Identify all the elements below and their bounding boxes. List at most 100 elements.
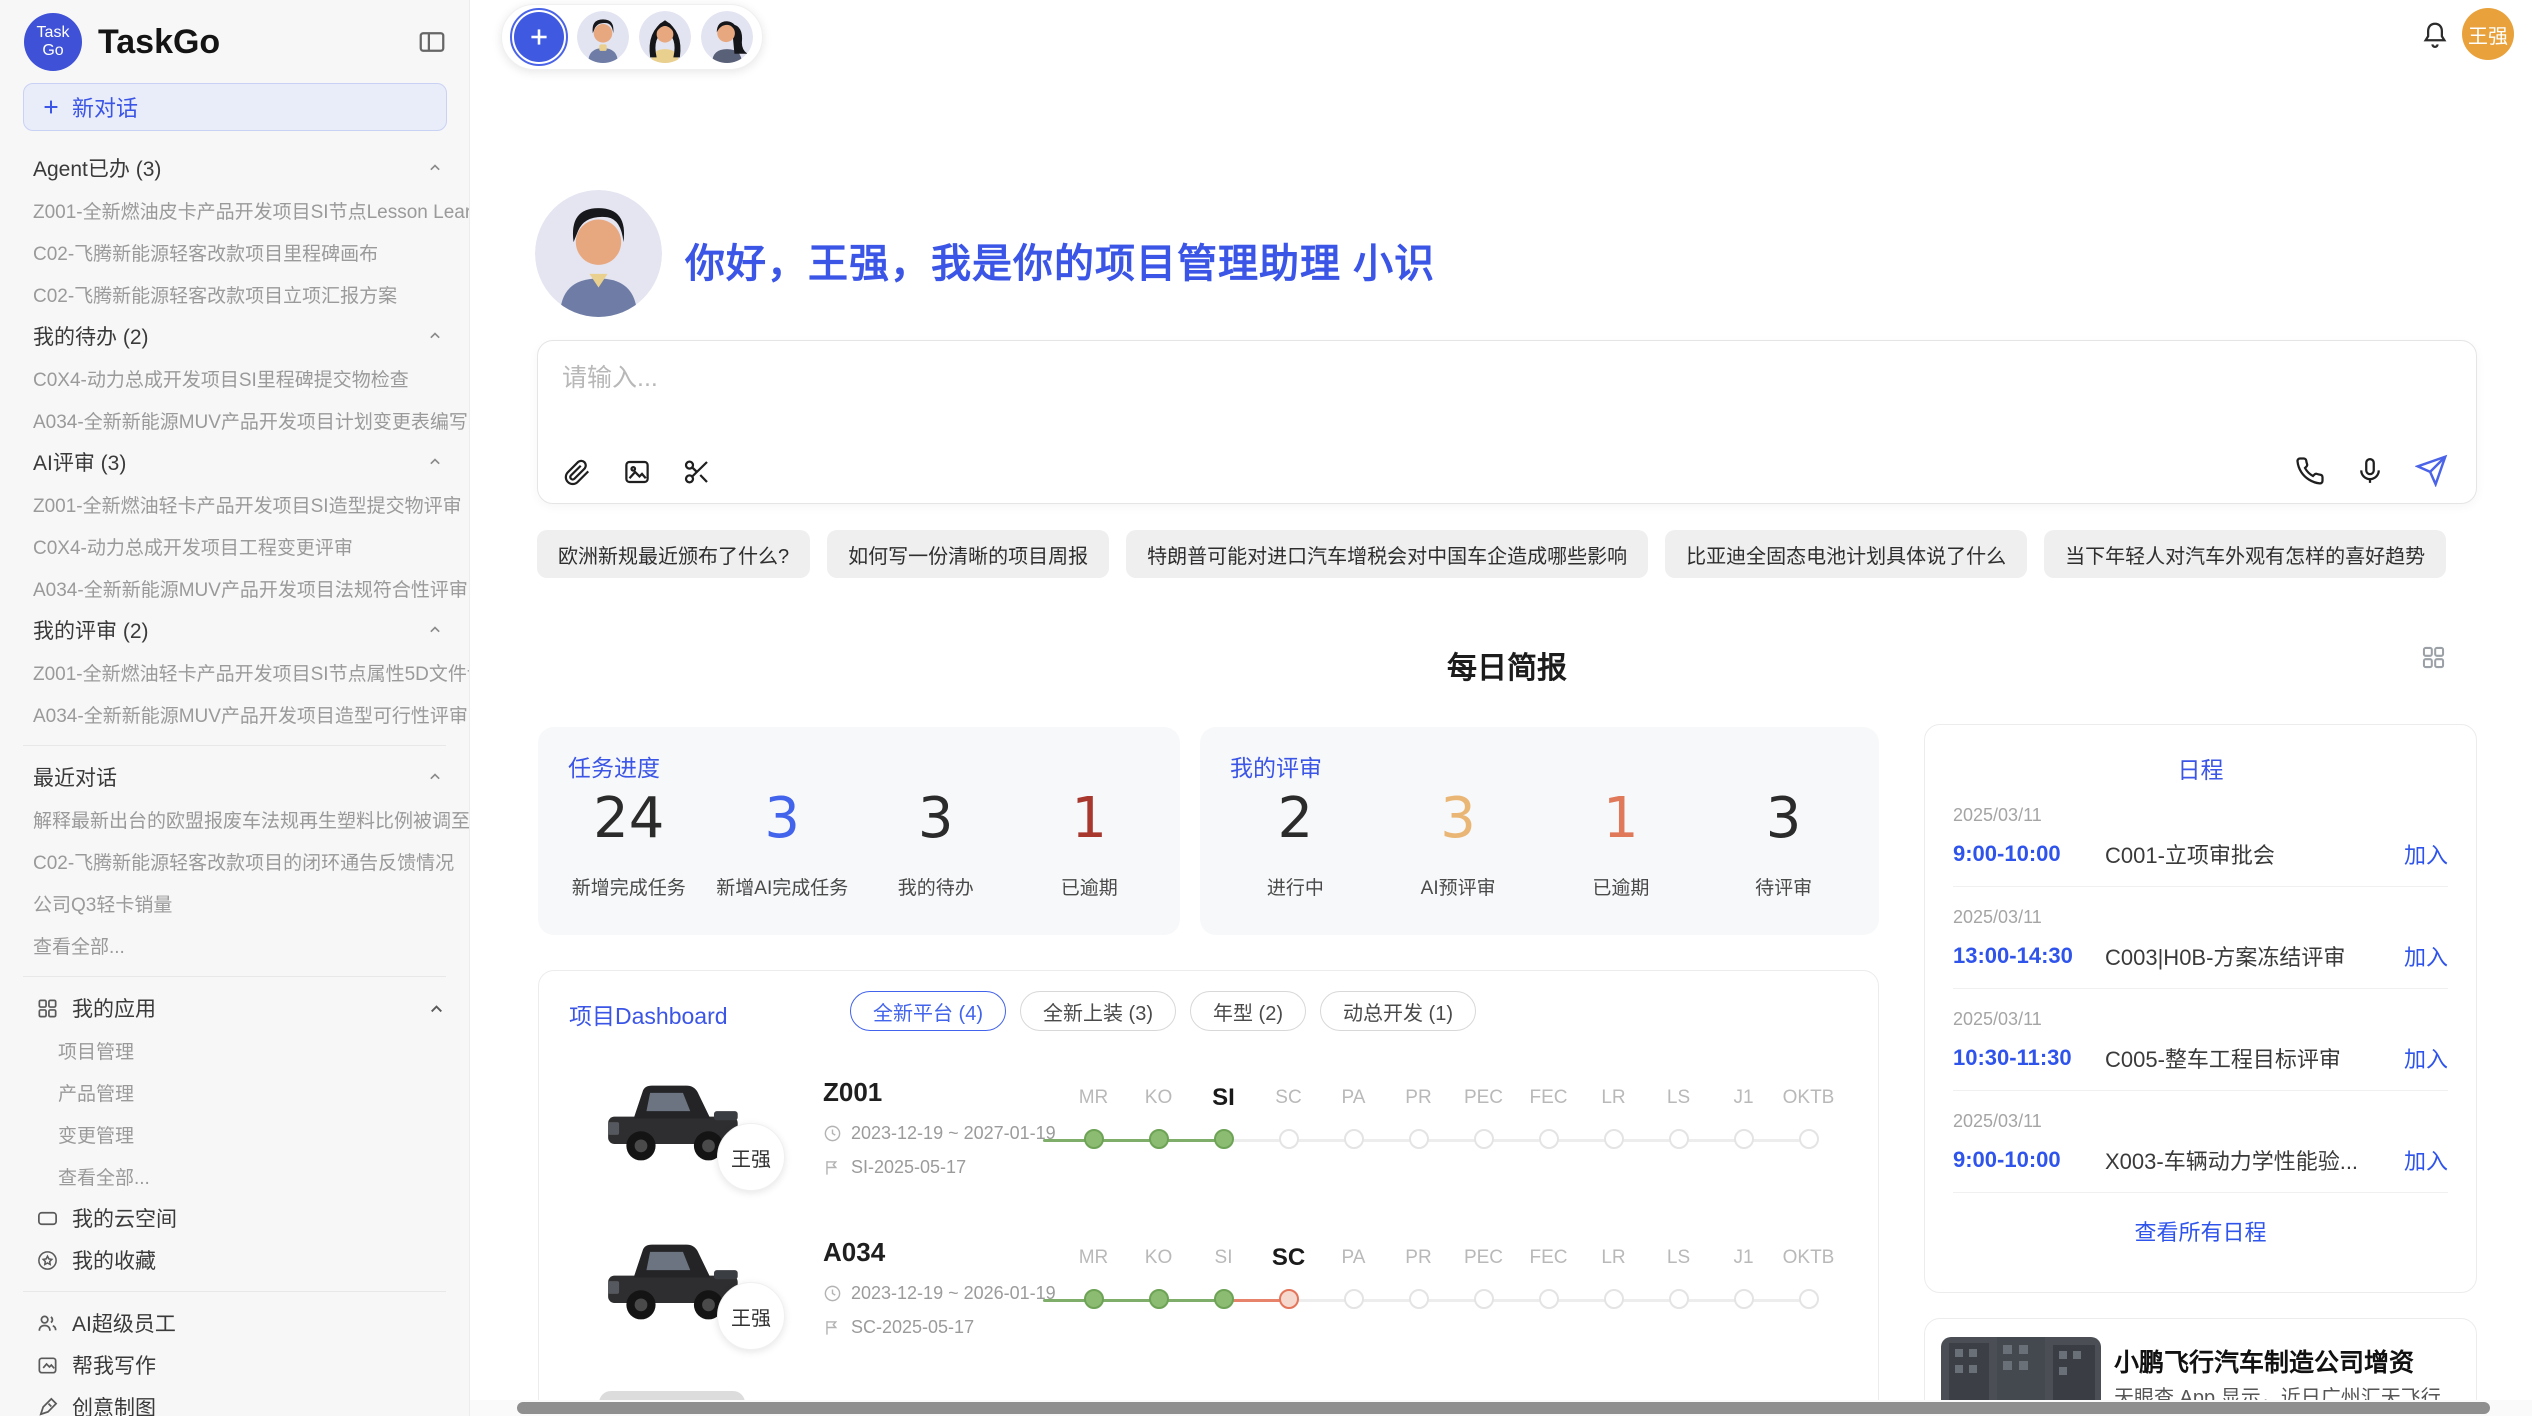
sidebar-chat-item[interactable]: C0X4-动力总成开发项目工程变更评审 xyxy=(0,525,469,567)
milestone-label: SC xyxy=(1256,1083,1321,1113)
sidebar-item-ai-employee[interactable]: AI超级员工 xyxy=(0,1302,469,1344)
chevron-up-icon[interactable] xyxy=(425,620,445,640)
agent-avatar-3[interactable] xyxy=(701,11,753,63)
milestone-dots xyxy=(1061,1289,1841,1309)
app-item-product-mgmt[interactable]: 产品管理 xyxy=(0,1071,469,1113)
tab-new-platform[interactable]: 全新平台 (4) xyxy=(850,991,1006,1031)
section-title: 我的评审 (2) xyxy=(33,615,149,645)
notification-bell-icon[interactable] xyxy=(2420,20,2450,50)
milestone-label: OKTB xyxy=(1776,1243,1841,1273)
sidebar-chat-item[interactable]: A034-全新新能源MUV产品开发项目法规符合性评审 xyxy=(0,567,469,609)
microphone-icon[interactable] xyxy=(2355,456,2385,486)
app-item-project-mgmt[interactable]: 项目管理 xyxy=(0,1029,469,1071)
project-name[interactable]: Z001 xyxy=(823,1077,882,1108)
milestone-label: LS xyxy=(1646,1083,1711,1113)
composer-left-icons xyxy=(562,457,712,487)
stat-value: 3 xyxy=(706,789,860,849)
send-icon[interactable] xyxy=(2415,454,2448,487)
apps-grid-icon xyxy=(36,997,59,1020)
card-title: 我的评审 xyxy=(1230,749,1322,783)
sidebar-item-label: 我的收藏 xyxy=(72,1245,156,1275)
new-session-button[interactable] xyxy=(514,12,564,62)
agent-avatar-1[interactable] xyxy=(577,11,629,63)
sidebar-item-creative-draw[interactable]: 创意制图 xyxy=(0,1386,469,1416)
schedule-date: 2025/03/11 xyxy=(1953,1009,2448,1030)
app-logo: Task Go xyxy=(24,13,82,71)
sidebar-collapse-icon[interactable] xyxy=(417,27,447,57)
sidebar-chat-item[interactable]: C02-飞腾新能源轻客改款项目的闭环通告反馈情况 xyxy=(0,840,469,882)
sidebar-chat-item[interactable]: A034-全新新能源MUV产品开发项目计划变更表编写 xyxy=(0,399,469,441)
section-recent-chats[interactable]: 最近对话 xyxy=(0,756,469,798)
clock-icon xyxy=(823,1124,842,1143)
section-agent-done[interactable]: Agent已办 (3) xyxy=(0,147,469,189)
sidebar-chat-item[interactable]: 公司Q3轻卡销量 xyxy=(0,882,469,924)
sidebar-chat-item[interactable]: A034-全新新能源MUV产品开发项目造型可行性评审 xyxy=(0,693,469,735)
sidebar-item-cloud-space[interactable]: 我的云空间 xyxy=(0,1197,469,1239)
section-my-review[interactable]: 我的评审 (2) xyxy=(0,609,469,651)
section-my-todo[interactable]: 我的待办 (2) xyxy=(0,315,469,357)
owner-name: 王强 xyxy=(731,1302,771,1331)
join-link[interactable]: 加入 xyxy=(2404,838,2448,870)
project-name[interactable]: A034 xyxy=(823,1237,885,1268)
message-input[interactable] xyxy=(562,355,1962,401)
milestone-label: OKTB xyxy=(1776,1083,1841,1113)
milestone-label: MR xyxy=(1061,1083,1126,1113)
image-icon[interactable] xyxy=(622,457,652,487)
clock-icon xyxy=(823,1284,842,1303)
suggestion-chip[interactable]: 比亚迪全固态电池计划具体说了什么 xyxy=(1665,530,2027,578)
apps-view-all[interactable]: 查看全部... xyxy=(0,1155,469,1197)
sidebar-chat-item[interactable]: 解释最新出台的欧盟报废车法规再生塑料比例被调至15%... xyxy=(0,798,469,840)
section-title: 我的待办 (2) xyxy=(33,321,149,351)
sidebar-chat-item[interactable]: Z001-全新燃油轻卡产品开发项目SI节点属性5D文件评审 xyxy=(0,651,469,693)
divider xyxy=(23,745,446,746)
suggestion-chip[interactable]: 当下年轻人对汽车外观有怎样的喜好趋势 xyxy=(2044,530,2446,578)
new-chat-button[interactable]: 新对话 xyxy=(23,83,447,131)
stat-label: 新增AI完成任务 xyxy=(706,873,860,900)
project-flag: SC-2025-05-17 xyxy=(823,1317,974,1338)
sidebar-item-label: 我的云空间 xyxy=(72,1203,177,1233)
task-progress-stats: 24 新增完成任务 3 新增AI完成任务 3 我的待办 1 已逾期 xyxy=(552,789,1166,900)
chevron-up-icon[interactable] xyxy=(425,998,445,1018)
chevron-up-icon[interactable] xyxy=(425,452,445,472)
milestone-label: PA xyxy=(1321,1243,1386,1273)
sidebar-chat-item[interactable]: Z001-全新燃油皮卡产品开发项目SI节点Lesson Learn报告 xyxy=(0,189,469,231)
tab-powertrain[interactable]: 动总开发 (1) xyxy=(1320,991,1476,1031)
sidebar-chat-item[interactable]: C02-飞腾新能源轻客改款项目里程碑画布 xyxy=(0,231,469,273)
join-link[interactable]: 加入 xyxy=(2404,1042,2448,1074)
section-ai-review[interactable]: AI评审 (3) xyxy=(0,441,469,483)
stat-ai-done: 3 新增AI完成任务 xyxy=(706,789,860,900)
recent-view-all[interactable]: 查看全部... xyxy=(0,924,469,966)
phone-call-icon[interactable] xyxy=(2295,456,2325,486)
sidebar-chat-item[interactable]: C02-飞腾新能源轻客改款项目立项汇报方案 xyxy=(0,273,469,315)
sidebar-chat-item[interactable]: C0X4-动力总成开发项目SI里程碑提交物检查 xyxy=(0,357,469,399)
section-my-apps[interactable]: 我的应用 xyxy=(0,987,469,1029)
suggestion-chip[interactable]: 如何写一份清晰的项目周报 xyxy=(827,530,1109,578)
scissors-icon[interactable] xyxy=(682,457,712,487)
chevron-up-icon[interactable] xyxy=(425,158,445,178)
agent-avatar-2[interactable] xyxy=(639,11,691,63)
chevron-up-icon[interactable] xyxy=(425,767,445,787)
stat-label: AI预评审 xyxy=(1377,873,1540,900)
stat-value: 3 xyxy=(1377,789,1540,849)
join-link[interactable]: 加入 xyxy=(2404,940,2448,972)
layout-grid-icon[interactable] xyxy=(2420,644,2447,671)
tab-new-body[interactable]: 全新上装 (3) xyxy=(1020,991,1176,1031)
app-item-change-mgmt[interactable]: 变更管理 xyxy=(0,1113,469,1155)
milestone-label: PEC xyxy=(1451,1083,1516,1113)
chevron-up-icon[interactable] xyxy=(425,326,445,346)
join-link[interactable]: 加入 xyxy=(2404,1144,2448,1176)
tab-year-model[interactable]: 年型 (2) xyxy=(1190,991,1306,1031)
scrollbar-thumb[interactable] xyxy=(517,1402,2490,1414)
suggestion-chip[interactable]: 特朗普可能对进口汽车增税会对中国车企造成哪些影响 xyxy=(1126,530,1648,578)
flag-icon xyxy=(823,1318,842,1337)
section-title: 最近对话 xyxy=(33,762,117,792)
milestone-label: LR xyxy=(1581,1243,1646,1273)
sidebar-item-help-write[interactable]: 帮我写作 xyxy=(0,1344,469,1386)
sidebar-chat-item[interactable]: Z001-全新燃油轻卡产品开发项目SI造型提交物评审 xyxy=(0,483,469,525)
suggestion-chip[interactable]: 欧洲新规最近颁布了什么? xyxy=(537,530,810,578)
owner-name: 王强 xyxy=(731,1143,771,1172)
attachment-icon[interactable] xyxy=(562,457,592,487)
user-avatar[interactable]: 王强 xyxy=(2462,8,2514,60)
sidebar-item-favorites[interactable]: 我的收藏 xyxy=(0,1239,469,1281)
view-all-schedule-link[interactable]: 查看所有日程 xyxy=(1953,1215,2448,1247)
